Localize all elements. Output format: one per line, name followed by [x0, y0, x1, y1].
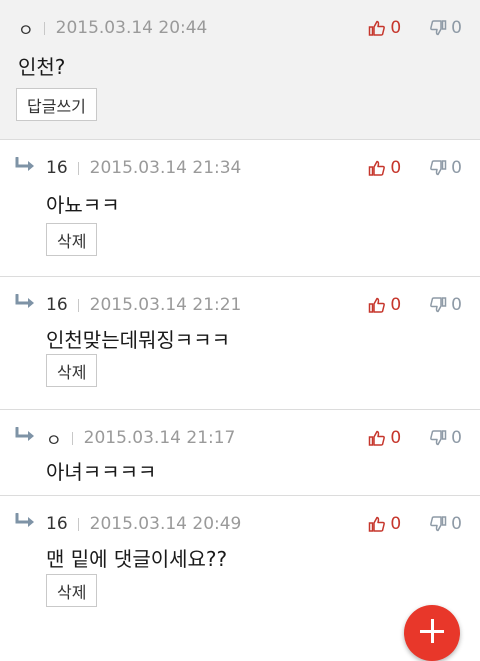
comment-text: 인천? [18, 55, 66, 79]
meta-divider [43, 21, 45, 35]
like-count: 0 [390, 158, 402, 178]
like-count: 0 [390, 514, 402, 534]
like-button[interactable]: 0 [368, 158, 401, 178]
comment-text: 아뇨ㅋㅋ [46, 193, 120, 217]
comment-text: 맨 밑에 댓글이세요?? [46, 547, 228, 571]
reply-arrow-icon [15, 427, 34, 441]
vote-group: 0 0 [368, 293, 462, 317]
vote-group: 0 0 [368, 156, 462, 180]
comment-author: ㅇ [46, 430, 62, 451]
thumbs-up-icon [369, 430, 386, 446]
reply-item: 16 2015.03.14 21:34 0 0 아뇨ㅋㅋ 삭제 [0, 140, 480, 277]
thumbs-up-icon [369, 160, 386, 176]
reply-arrow-icon [15, 294, 34, 308]
comment-meta: ㅇ 2015.03.14 20:44 [18, 16, 208, 41]
like-button[interactable]: 0 [368, 18, 401, 38]
delete-button[interactable]: 삭제 [46, 574, 98, 607]
comment-timestamp: 2015.03.14 21:34 [89, 158, 242, 178]
dislike-count: 0 [451, 514, 462, 534]
comment-text: 아녀ㅋㅋㅋㅋ [46, 460, 157, 484]
comment-text: 인천맞는데뭐징ㅋㅋㅋ [46, 328, 230, 352]
reply-arrow-icon [15, 513, 34, 527]
comment-author: 16 [46, 514, 68, 534]
dislike-count: 0 [451, 428, 462, 448]
dislike-button[interactable]: 0 [429, 158, 462, 178]
delete-button[interactable]: 삭제 [46, 354, 98, 387]
dislike-count: 0 [451, 18, 462, 38]
like-count: 0 [390, 18, 402, 38]
comment-timestamp: 2015.03.14 20:44 [55, 18, 208, 38]
reply-item: 16 2015.03.14 21:21 0 0 인천맞는데뭐징ㅋㅋㅋ 삭제 [0, 277, 480, 410]
comment-meta: 16 2015.03.14 20:49 [46, 512, 241, 536]
comment-meta: ㅇ 2015.03.14 21:17 [46, 426, 236, 451]
comment-meta: 16 2015.03.14 21:34 [46, 156, 241, 180]
thumbs-up-icon [369, 516, 386, 532]
plus-icon [420, 619, 444, 643]
dislike-button[interactable]: 0 [429, 428, 462, 448]
like-button[interactable]: 0 [368, 428, 401, 448]
thumbs-down-icon [430, 430, 447, 446]
dislike-button[interactable]: 0 [429, 18, 462, 38]
thumbs-down-icon [430, 160, 447, 176]
reply-item: ㅇ 2015.03.14 21:17 0 0 아녀ㅋㅋㅋㅋ [0, 410, 480, 496]
comment-timestamp: 2015.03.14 20:49 [89, 514, 242, 534]
meta-divider [77, 161, 79, 175]
thumbs-up-icon [369, 20, 386, 36]
like-count: 0 [390, 428, 402, 448]
thumbs-down-icon [430, 20, 447, 36]
write-reply-button[interactable]: 답글쓰기 [16, 88, 97, 121]
comment-timestamp: 2015.03.14 21:17 [83, 428, 236, 448]
comment-timestamp: 2015.03.14 21:21 [89, 295, 242, 315]
comment-item: ㅇ 2015.03.14 20:44 0 0 인천? 답글쓰기 [0, 0, 480, 140]
add-comment-fab-button[interactable] [404, 605, 460, 661]
vote-group: 0 0 [368, 16, 462, 40]
dislike-count: 0 [451, 158, 462, 178]
comment-meta: 16 2015.03.14 21:21 [46, 293, 241, 317]
thumbs-down-icon [430, 297, 447, 313]
dislike-count: 0 [451, 295, 462, 315]
meta-divider [77, 298, 79, 312]
delete-button[interactable]: 삭제 [46, 223, 98, 256]
meta-divider [77, 517, 79, 531]
thumbs-down-icon [430, 516, 447, 532]
like-button[interactable]: 0 [368, 295, 401, 315]
comment-author: 16 [46, 295, 68, 315]
thumbs-up-icon [369, 297, 386, 313]
reply-arrow-icon [15, 157, 34, 171]
like-count: 0 [390, 295, 402, 315]
comment-author: 16 [46, 158, 68, 178]
comment-author: ㅇ [18, 20, 34, 41]
meta-divider [71, 431, 73, 445]
dislike-button[interactable]: 0 [429, 295, 462, 315]
vote-group: 0 0 [368, 426, 462, 450]
dislike-button[interactable]: 0 [429, 514, 462, 534]
like-button[interactable]: 0 [368, 514, 401, 534]
vote-group: 0 0 [368, 512, 462, 536]
